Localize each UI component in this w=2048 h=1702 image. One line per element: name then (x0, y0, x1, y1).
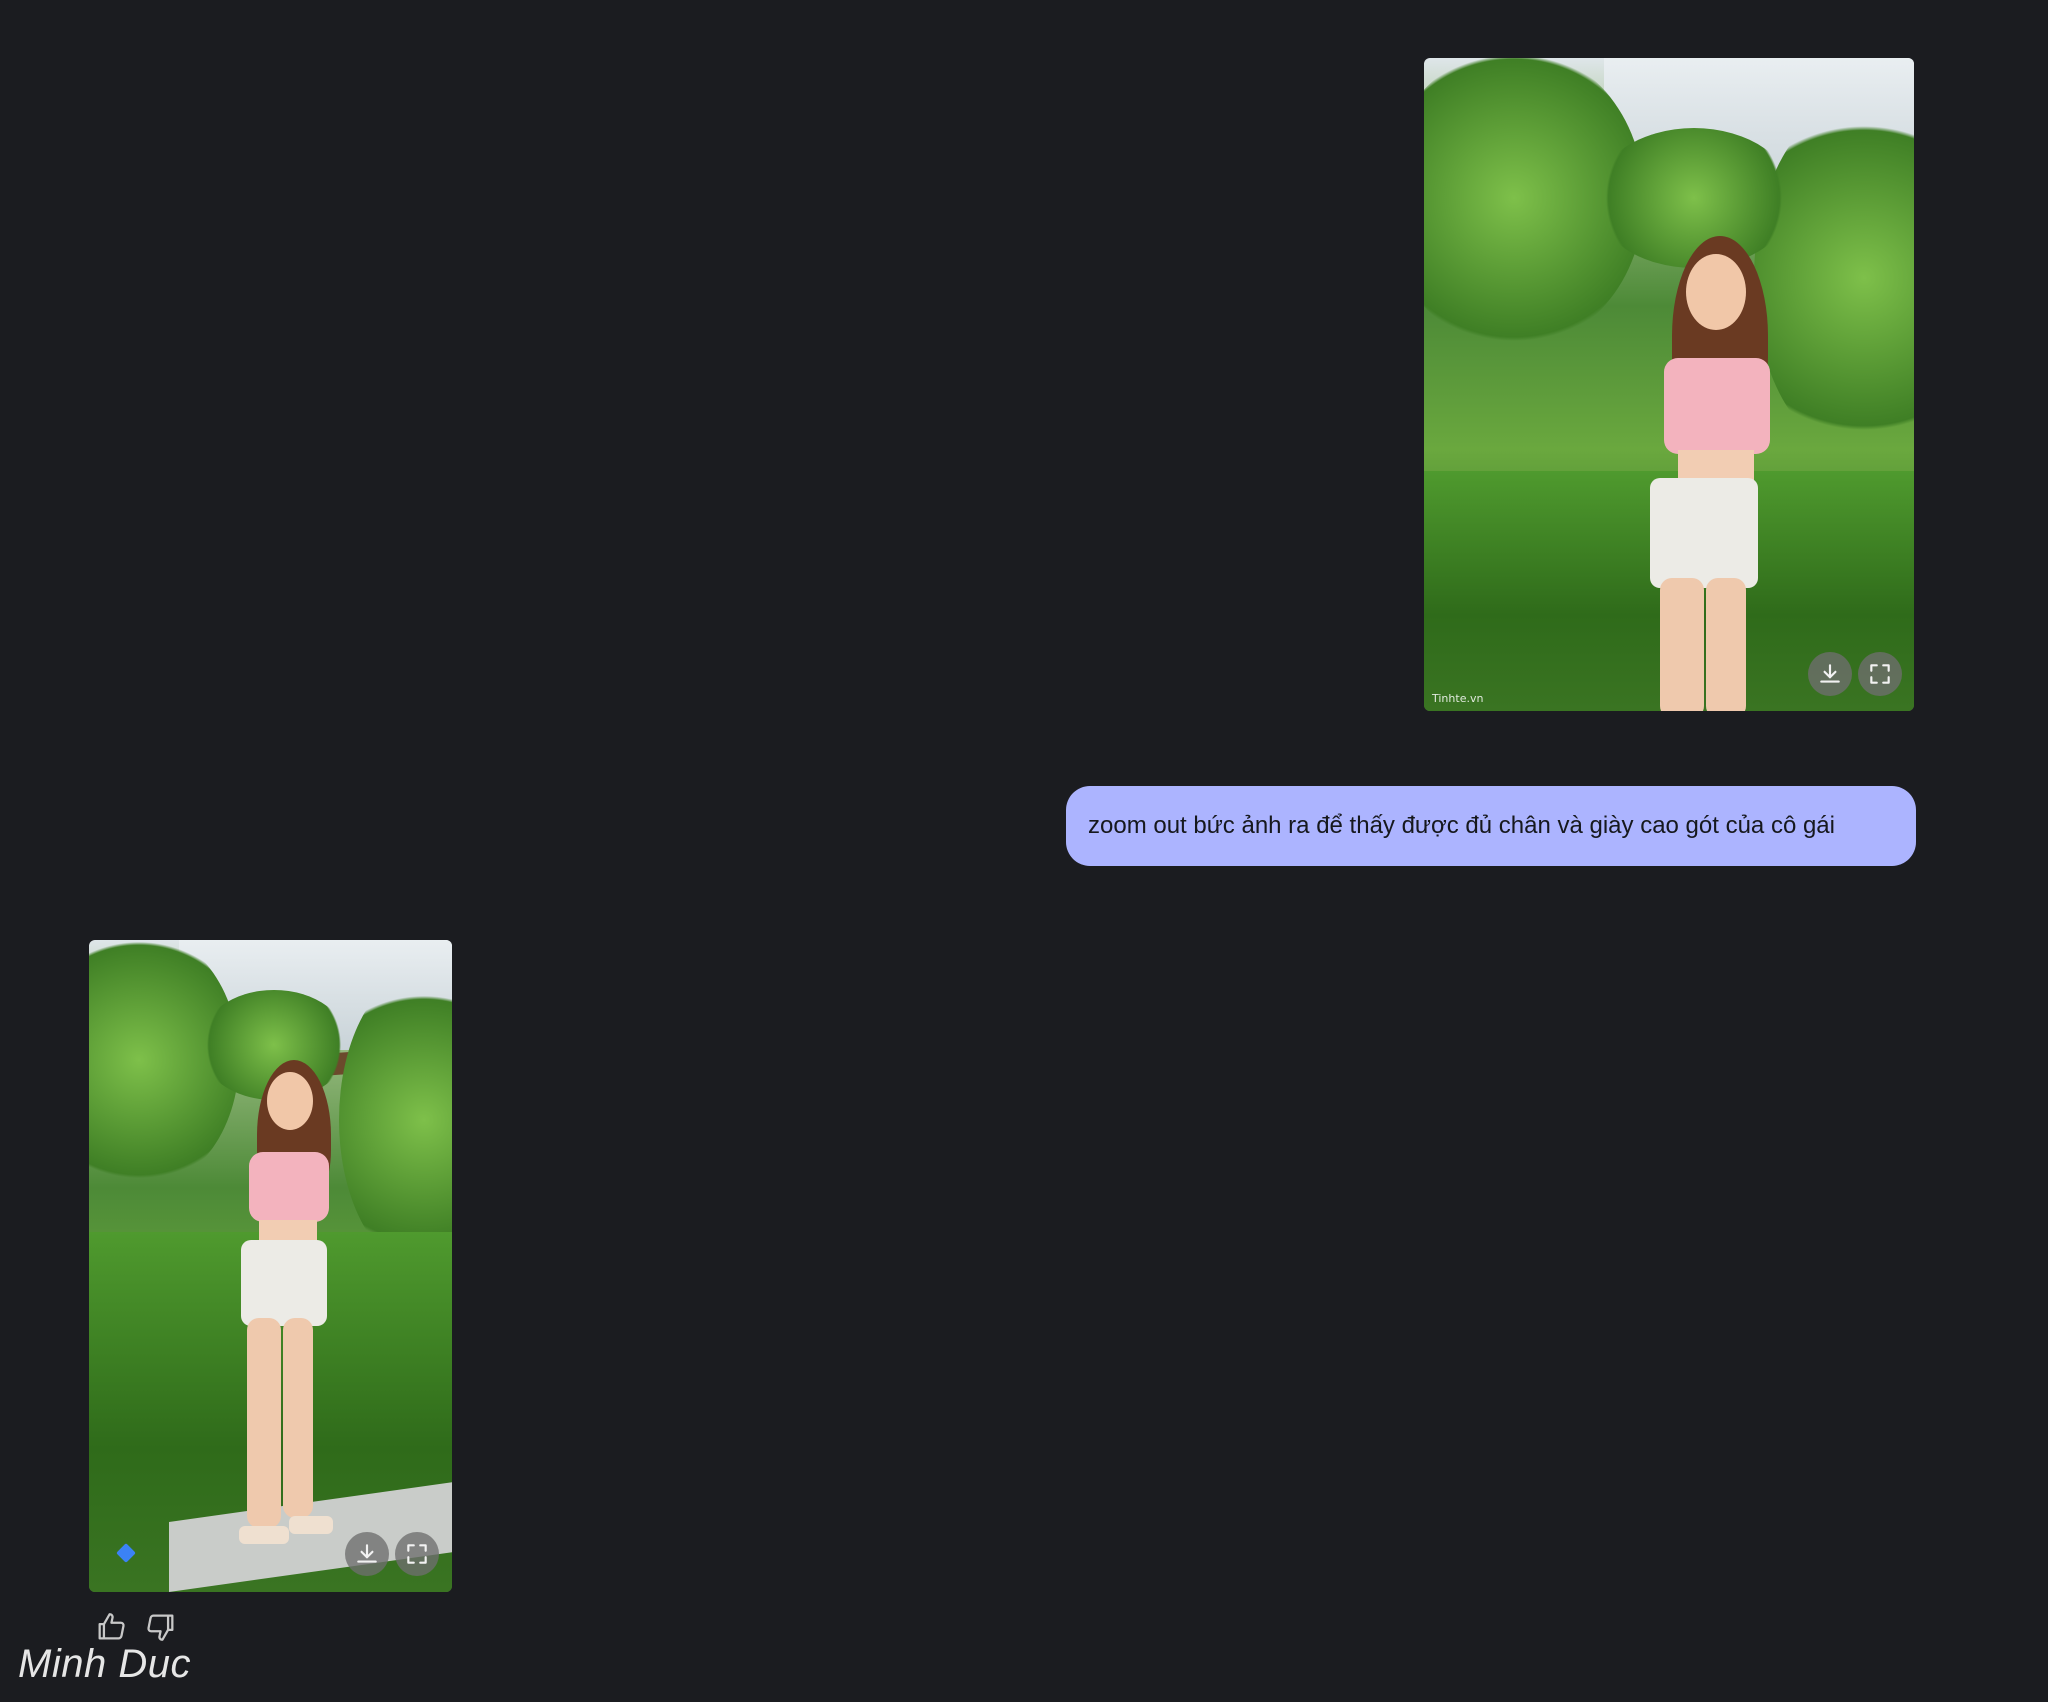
generated-image[interactable] (89, 940, 452, 1592)
download-button[interactable] (1808, 652, 1852, 696)
user-message-text: zoom out bức ảnh ra để thấy được đủ chân… (1088, 812, 1835, 839)
download-button[interactable] (345, 1532, 389, 1576)
thumbs-up-icon (98, 1613, 125, 1640)
fullscreen-icon (1870, 664, 1890, 684)
download-icon (1820, 664, 1840, 683)
user-uploaded-image[interactable]: Tinhte.vn (1424, 58, 1914, 711)
author-signature: Minh Duc (18, 1642, 191, 1686)
fullscreen-button[interactable] (395, 1532, 439, 1576)
thumbs-down-icon (147, 1614, 174, 1641)
fullscreen-icon (407, 1544, 427, 1564)
download-icon (357, 1544, 377, 1563)
image-watermark: Tinhte.vn (1432, 692, 1484, 705)
user-message-bubble: zoom out bức ảnh ra để thấy được đủ chân… (1066, 786, 1916, 866)
fullscreen-button[interactable] (1858, 652, 1902, 696)
